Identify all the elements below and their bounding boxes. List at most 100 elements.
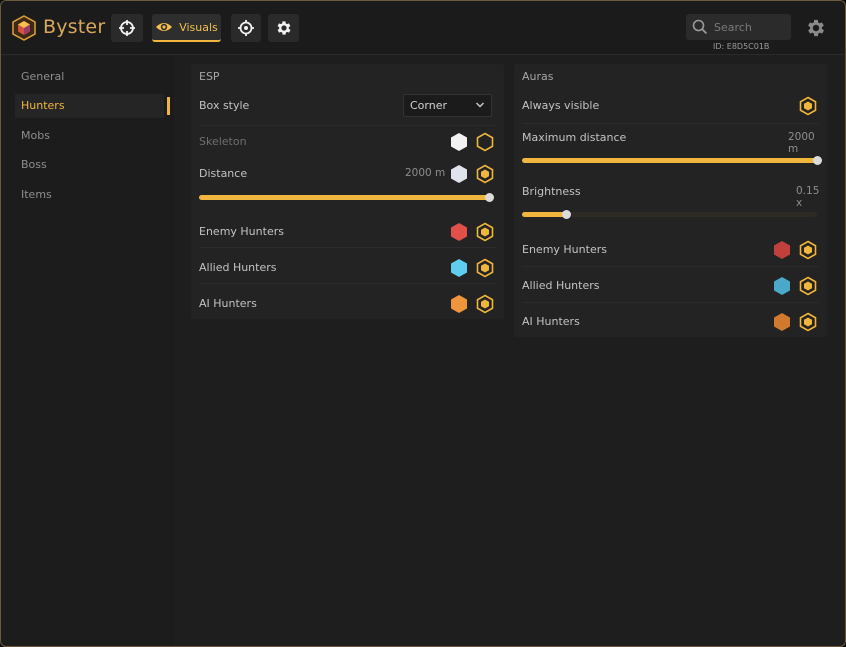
brightness-slider[interactable] bbox=[522, 210, 817, 219]
always-visible-row: Always visible bbox=[522, 91, 817, 121]
slider-knob[interactable] bbox=[813, 156, 822, 165]
sidebar-item-general[interactable]: General bbox=[15, 65, 164, 89]
aura-enemy-toggle[interactable] bbox=[798, 240, 818, 260]
search-box[interactable] bbox=[686, 14, 791, 40]
aura-enemy-label: Enemy Hunters bbox=[522, 243, 607, 256]
esp-title: ESP bbox=[199, 70, 220, 83]
aura-ai-toggle[interactable] bbox=[798, 312, 818, 332]
distance-value: 2000 m bbox=[405, 167, 446, 179]
search-input[interactable] bbox=[714, 20, 784, 34]
sidebar: General Hunters Mobs Boss Items bbox=[1, 56, 174, 646]
enemy-color-swatch[interactable] bbox=[449, 222, 469, 242]
aura-enemy-row: Enemy Hunters bbox=[522, 235, 817, 265]
skeleton-toggle[interactable] bbox=[475, 132, 495, 152]
hexagon-toggle-on-icon bbox=[476, 258, 494, 278]
max-distance-slider[interactable] bbox=[522, 156, 822, 165]
nav-aim-button[interactable] bbox=[111, 14, 143, 42]
divider bbox=[199, 283, 496, 284]
aura-enemy-color-swatch[interactable] bbox=[772, 240, 792, 260]
aura-allied-toggle[interactable] bbox=[798, 276, 818, 296]
slider-knob[interactable] bbox=[485, 193, 494, 202]
distance-color-swatch[interactable] bbox=[449, 164, 469, 184]
hexagon-swatch-icon bbox=[451, 259, 467, 277]
enemy-hunters-label: Enemy Hunters bbox=[199, 225, 284, 238]
max-distance-value: 2000 m bbox=[788, 131, 815, 155]
ai-hunters-label: AI Hunters bbox=[199, 297, 257, 310]
distance-toggle[interactable] bbox=[475, 164, 495, 184]
nav-target-button[interactable] bbox=[231, 14, 261, 42]
chevron-down-icon bbox=[476, 102, 484, 108]
ai-color-swatch[interactable] bbox=[449, 294, 469, 314]
slider-fill bbox=[522, 212, 567, 217]
active-item-marker bbox=[167, 97, 170, 115]
aura-ai-color-swatch[interactable] bbox=[772, 312, 792, 332]
hexagon-toggle-on-icon bbox=[476, 222, 494, 242]
hexagon-toggle-on-icon bbox=[476, 294, 494, 314]
allied-toggle[interactable] bbox=[475, 258, 495, 278]
slider-fill bbox=[522, 158, 817, 163]
skeleton-color-swatch[interactable] bbox=[449, 132, 469, 152]
brightness-label: Brightness bbox=[522, 185, 581, 198]
brightness-row: Brightness 0.15 x bbox=[522, 177, 820, 209]
sidebar-item-mobs[interactable]: Mobs bbox=[15, 124, 164, 148]
sidebar-item-boss[interactable]: Boss bbox=[15, 153, 164, 177]
byster-logo-icon bbox=[12, 15, 36, 41]
hexagon-toggle-on-icon bbox=[799, 312, 817, 332]
distance-slider[interactable] bbox=[199, 193, 494, 202]
enemy-hunters-row: Enemy Hunters bbox=[199, 217, 494, 247]
app-window: Byster Visuals Search ID: E8D5C01B Gener… bbox=[0, 0, 846, 647]
hexagon-toggle-on-icon bbox=[799, 240, 817, 260]
hexagon-toggle-on-icon bbox=[476, 164, 494, 184]
brightness-value: 0.15 x bbox=[796, 185, 820, 209]
skeleton-row: Skeleton bbox=[199, 127, 494, 157]
aura-allied-color-swatch[interactable] bbox=[772, 276, 792, 296]
search-icon bbox=[692, 19, 708, 35]
allied-hunters-label: Allied Hunters bbox=[199, 261, 277, 274]
hexagon-swatch-icon bbox=[451, 223, 467, 241]
esp-panel: ESP Box style Corner Skeleton Distance 2… bbox=[191, 64, 504, 319]
sidebar-item-items[interactable]: Items bbox=[15, 183, 164, 207]
box-style-row: Box style Corner bbox=[199, 94, 494, 124]
hexagon-swatch-icon bbox=[451, 295, 467, 313]
hexagon-swatch-icon bbox=[451, 165, 467, 183]
eye-icon bbox=[156, 23, 173, 31]
box-style-select[interactable]: Corner bbox=[403, 94, 492, 117]
always-visible-label: Always visible bbox=[522, 99, 600, 112]
aura-ai-label: AI Hunters bbox=[522, 315, 580, 328]
aura-allied-label: Allied Hunters bbox=[522, 279, 600, 292]
target-icon bbox=[238, 20, 254, 36]
hexagon-swatch-icon bbox=[774, 313, 790, 331]
hexagon-toggle-off-icon bbox=[476, 132, 494, 152]
distance-row: Distance 2000 m bbox=[199, 159, 494, 189]
main-content: ESP Box style Corner Skeleton Distance 2… bbox=[174, 56, 845, 646]
slider-knob[interactable] bbox=[562, 210, 572, 219]
hexagon-toggle-on-icon bbox=[799, 96, 817, 116]
header: Byster Visuals Search ID: E8D5C01B bbox=[1, 1, 845, 55]
skeleton-label: Skeleton bbox=[199, 135, 247, 148]
nav-visuals-tab[interactable]: Visuals bbox=[152, 14, 221, 42]
nav-settings-button[interactable] bbox=[268, 14, 299, 42]
auras-title: Auras bbox=[522, 70, 554, 83]
aura-allied-row: Allied Hunters bbox=[522, 271, 817, 301]
divider bbox=[522, 302, 819, 303]
divider bbox=[199, 247, 496, 248]
slider-fill bbox=[199, 195, 489, 200]
sidebar-item-hunters[interactable]: Hunters bbox=[15, 94, 164, 118]
gear-icon bbox=[277, 21, 291, 35]
aura-ai-row: AI Hunters bbox=[522, 307, 817, 337]
crosshair-icon bbox=[119, 20, 135, 36]
ai-hunters-row: AI Hunters bbox=[199, 289, 494, 319]
settings-gear-icon[interactable] bbox=[805, 17, 827, 39]
hexagon-toggle-on-icon bbox=[799, 276, 817, 296]
client-id: ID: E8D5C01B bbox=[713, 42, 770, 51]
max-distance-row: Maximum distance 2000 m bbox=[522, 123, 817, 155]
divider bbox=[199, 125, 496, 126]
hexagon-swatch-icon bbox=[451, 133, 467, 151]
brand-name: Byster bbox=[43, 16, 106, 38]
ai-toggle[interactable] bbox=[475, 294, 495, 314]
enemy-toggle[interactable] bbox=[475, 222, 495, 242]
allied-color-swatch[interactable] bbox=[449, 258, 469, 278]
box-style-value: Corner bbox=[410, 99, 448, 112]
hexagon-swatch-icon bbox=[774, 241, 790, 259]
always-visible-toggle[interactable] bbox=[798, 96, 818, 116]
